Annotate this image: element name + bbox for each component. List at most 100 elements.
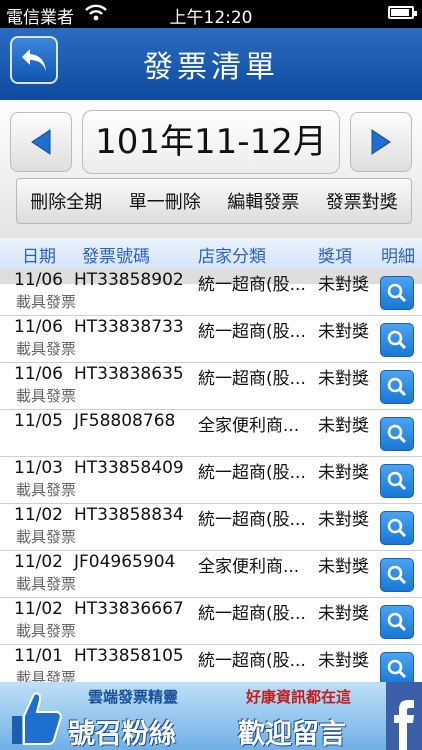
invoice-list[interactable]: 11/06 HT33858902 統一超商(股... 未對獎 載具發票 11/0… — [0, 268, 422, 682]
detail-button[interactable] — [380, 605, 414, 639]
delete-period-button[interactable]: 刪除全期 — [30, 188, 102, 214]
row-store: 全家便利商... — [198, 416, 300, 436]
search-icon — [387, 377, 407, 397]
row-store: 統一超商(股... — [198, 275, 306, 295]
search-icon — [387, 283, 407, 303]
ad-text-fans: 號召粉絲 — [68, 719, 176, 750]
row-date: 11/06 — [14, 364, 63, 384]
row-prize: 未對獎 — [318, 463, 369, 483]
status-time: 上午12:20 — [169, 8, 253, 28]
row-prize: 未對獎 — [318, 322, 369, 342]
detail-button[interactable] — [380, 323, 414, 357]
row-number: HT33858105 — [74, 646, 184, 666]
row-number: JF04965904 — [74, 552, 176, 572]
row-type: 載具發票 — [16, 528, 77, 546]
table-row[interactable]: 11/06 HT33858902 統一超商(股... 未對獎 載具發票 — [0, 268, 422, 316]
header-prize: 獎項 — [318, 247, 352, 267]
table-row[interactable]: 11/02 HT33836667 統一超商(股... 未對獎 載具發票 — [0, 597, 422, 645]
ad-text-welcome: 歡迎留言 — [238, 719, 346, 750]
table-row[interactable]: 11/05 JF58808768 全家便利商... 未對獎 — [0, 409, 422, 457]
nav-bar: 發票清單 — [0, 28, 422, 102]
search-icon — [387, 518, 407, 538]
row-type: 載具發票 — [16, 340, 77, 358]
row-store: 統一超商(股... — [198, 369, 306, 389]
detail-button[interactable] — [380, 511, 414, 545]
action-toolbar: 刪除全期 單一刪除 編輯發票 發票對獎 — [16, 178, 412, 224]
table-row[interactable]: 11/01 HT33858105 統一超商(股... 未對獎 載具發票 — [0, 644, 422, 682]
row-number: HT33858409 — [74, 458, 184, 478]
row-prize: 未對獎 — [318, 604, 369, 624]
search-icon — [387, 612, 407, 632]
row-number: HT33838733 — [74, 317, 184, 337]
row-type: 載具發票 — [16, 622, 77, 640]
table-row[interactable]: 11/02 HT33858834 統一超商(股... 未對獎 載具發票 — [0, 503, 422, 551]
detail-button[interactable] — [380, 464, 414, 498]
row-store: 統一超商(股... — [198, 604, 306, 624]
row-type: 載具發票 — [16, 387, 77, 405]
ad-banner[interactable]: 雲端發票精靈 號召粉絲 好康資訊都在這 歡迎留言 — [0, 682, 422, 750]
delete-single-button[interactable]: 單一刪除 — [129, 188, 201, 214]
next-period-button[interactable] — [350, 112, 412, 172]
header-detail: 明細 — [381, 247, 415, 267]
row-prize: 未對獎 — [318, 510, 369, 530]
facebook-icon — [386, 682, 422, 750]
header-date: 日期 — [22, 247, 56, 267]
detail-button[interactable] — [380, 370, 414, 404]
row-number: HT33836667 — [74, 599, 184, 619]
row-date: 11/01 — [14, 646, 63, 666]
row-date: 11/02 — [14, 505, 63, 525]
row-number: JF58808768 — [74, 411, 176, 431]
prev-period-button[interactable] — [10, 112, 72, 172]
detail-button[interactable] — [380, 558, 414, 592]
table-header: 日期 發票號碼 店家分類 獎項 明細 — [0, 238, 422, 268]
page-title: 發票清單 — [143, 50, 279, 85]
row-date: 11/02 — [14, 552, 63, 572]
search-icon — [387, 471, 407, 491]
search-icon — [387, 659, 407, 679]
battery-level — [391, 9, 409, 16]
row-number: HT33858902 — [74, 270, 184, 290]
arrow-left-icon — [31, 129, 51, 155]
row-prize: 未對獎 — [318, 369, 369, 389]
row-date: 11/02 — [14, 599, 63, 619]
thumbs-up-icon — [12, 692, 62, 745]
row-store: 統一超商(股... — [198, 322, 306, 342]
row-prize: 未對獎 — [318, 557, 369, 577]
table-row[interactable]: 11/03 HT33858409 統一超商(股... 未對獎 載具發票 — [0, 456, 422, 504]
row-type: 載具發票 — [16, 669, 77, 682]
period-label: 101年11-12月 — [82, 110, 340, 174]
ad-text-app-name: 雲端發票精靈 — [88, 688, 179, 706]
row-number: HT33858834 — [74, 505, 184, 525]
search-icon — [387, 330, 407, 350]
row-date: 11/03 — [14, 458, 63, 478]
detail-button[interactable] — [380, 276, 414, 310]
ad-text-info: 好康資訊都在這 — [246, 688, 352, 706]
check-prize-button[interactable]: 發票對獎 — [326, 188, 398, 214]
row-prize: 未對獎 — [318, 275, 369, 295]
table-row[interactable]: 11/02 JF04965904 全家便利商... 未對獎 載具發票 — [0, 550, 422, 598]
battery-icon — [388, 6, 417, 19]
row-date: 11/05 — [14, 411, 63, 431]
row-prize: 未對獎 — [318, 651, 369, 671]
row-store: 統一超商(股... — [198, 463, 306, 483]
row-store: 統一超商(股... — [198, 510, 306, 530]
search-icon — [387, 424, 407, 444]
detail-button[interactable] — [380, 652, 414, 682]
header-number: 發票號碼 — [82, 247, 150, 267]
row-prize: 未對獎 — [318, 416, 369, 436]
detail-button[interactable] — [380, 417, 414, 451]
table-row[interactable]: 11/06 HT33838733 統一超商(股... 未對獎 載具發票 — [0, 315, 422, 363]
arrow-right-icon — [371, 129, 391, 155]
table-row[interactable]: 11/06 HT33838635 統一超商(股... 未對獎 載具發票 — [0, 362, 422, 410]
status-bar: 電信業者 上午12:20 — [0, 0, 422, 28]
row-date: 11/06 — [14, 317, 63, 337]
row-type: 載具發票 — [16, 575, 77, 593]
header-store: 店家分類 — [198, 247, 266, 267]
row-number: HT33838635 — [74, 364, 184, 384]
row-type: 載具發票 — [16, 293, 77, 311]
row-store: 全家便利商... — [198, 557, 300, 577]
edit-invoice-button[interactable]: 編輯發票 — [227, 188, 299, 214]
row-date: 11/06 — [14, 270, 63, 290]
row-store: 統一超商(股... — [198, 651, 306, 671]
search-icon — [387, 565, 407, 585]
